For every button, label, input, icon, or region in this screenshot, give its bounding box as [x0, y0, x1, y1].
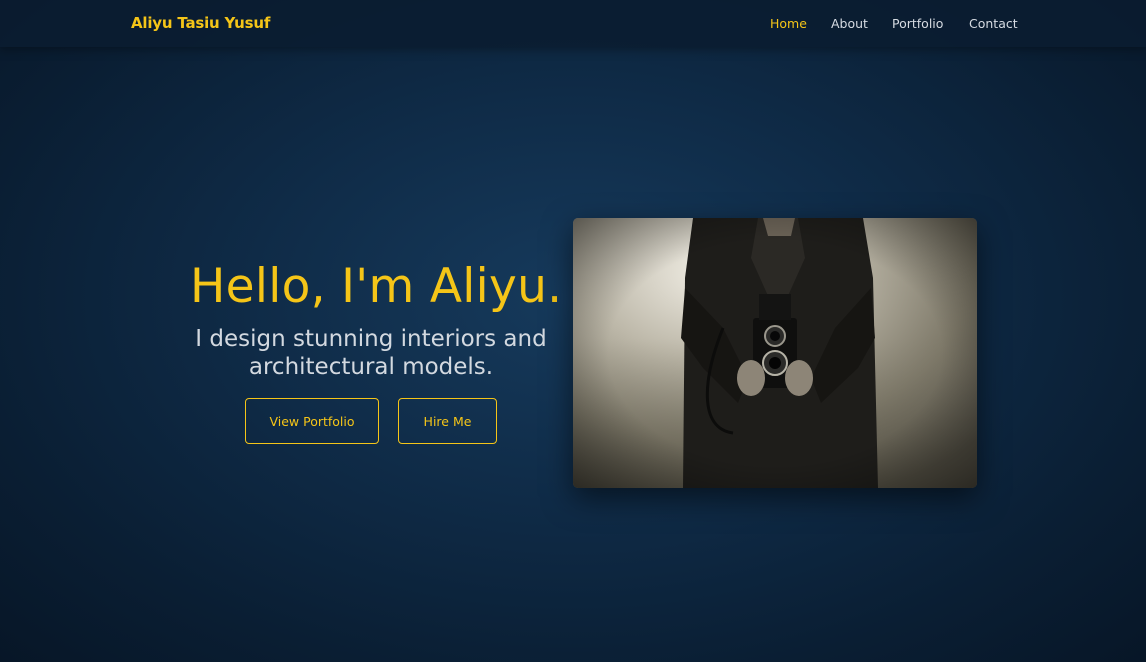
hero-photo: [573, 218, 977, 488]
navbar: Aliyu Tasiu Yusuf Home About Portfolio C…: [0, 0, 1146, 47]
hire-me-button[interactable]: Hire Me: [398, 398, 497, 444]
photo-illustration: [573, 218, 977, 488]
nav-link-portfolio[interactable]: Portfolio: [892, 16, 943, 31]
nav-link-about[interactable]: About: [831, 16, 868, 31]
view-portfolio-button[interactable]: View Portfolio: [245, 398, 379, 444]
hero-subtitle: I design stunning interiors and architec…: [195, 326, 547, 380]
nav-links: Home About Portfolio Contact: [0, 16, 1146, 36]
hero-title: Hello, I'm Aliyu.: [190, 259, 563, 314]
nav-link-contact[interactable]: Contact: [969, 16, 1018, 31]
hero-text: Hello, I'm Aliyu. I design stunning inte…: [190, 258, 563, 381]
nav-link-home[interactable]: Home: [770, 16, 807, 31]
